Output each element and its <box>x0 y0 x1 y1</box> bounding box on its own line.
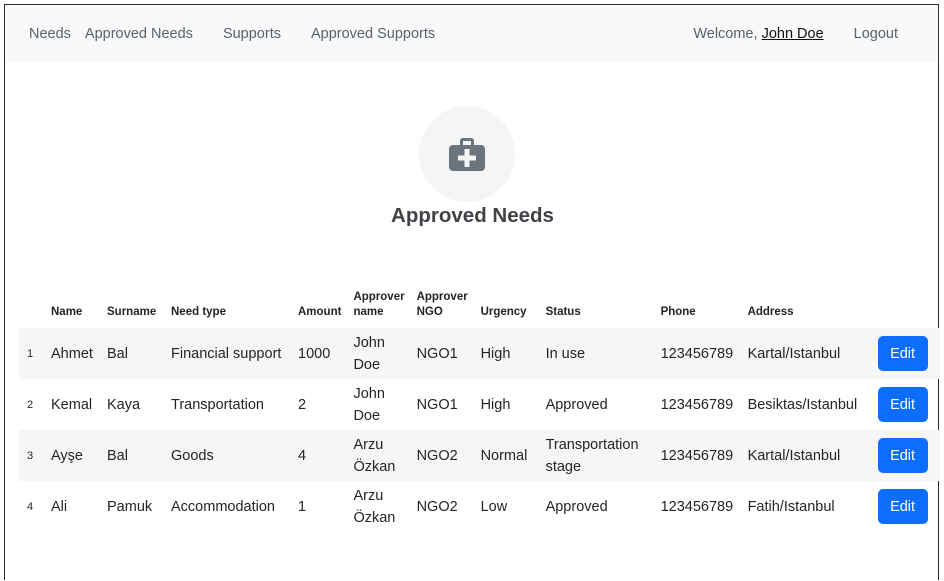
cell-urgency: Low <box>480 498 508 515</box>
cell-approver-ngo: NGO2 <box>416 498 458 515</box>
col-header-status: Status <box>545 306 581 318</box>
cell-status: Approved <box>545 396 608 413</box>
cell-actions: Edit <box>874 379 940 430</box>
approved-needs-table: Name Surname Need type Amount Approver n… <box>19 275 940 532</box>
edit-button[interactable]: Edit <box>877 438 928 473</box>
col-header-approver-ngo: Approver NGO <box>416 291 468 318</box>
cell-approver-name: John Doe <box>353 334 385 373</box>
col-header-index <box>19 275 47 328</box>
cell-address: Besiktas/Istanbul <box>747 396 858 413</box>
cell-approver-ngo: NGO1 <box>416 396 458 413</box>
col-header-amount: Amount <box>298 306 342 318</box>
col-header-surname: Surname <box>107 306 157 318</box>
row-number: 1 <box>27 347 34 360</box>
cell-actions: Edit <box>874 430 940 481</box>
cell-need-type: Transportation <box>171 396 264 413</box>
table-row: 3 Ayşe Bal Goods 4 Arzu Özkan NGO2 Normal Transp… <box>19 430 940 481</box>
cell-phone: 123456789 <box>660 396 734 413</box>
table-row: 4 Ali Pamuk Accommodation 1 Arzu Özkan NGO2 Low… <box>19 481 940 532</box>
cell-amount: 4 <box>298 447 307 464</box>
cell-need-type: Goods <box>171 447 214 464</box>
row-number: 3 <box>27 449 34 462</box>
col-header-actions <box>874 275 940 328</box>
nav-link-approved-supports[interactable]: Approved Supports <box>311 26 435 42</box>
table-body: 1 Ahmet Bal Financial support 1000 John Doe NG… <box>19 328 940 532</box>
edit-button[interactable]: Edit <box>877 336 928 371</box>
cell-approver-name: John Doe <box>353 385 385 424</box>
col-header-approver-name: Approver name <box>353 291 405 318</box>
cell-amount: 2 <box>298 396 307 413</box>
nav-link-supports[interactable]: Supports <box>223 26 281 42</box>
cell-surname: Kaya <box>107 396 141 413</box>
cell-surname: Bal <box>107 447 128 464</box>
cell-surname: Bal <box>107 345 128 362</box>
app-frame: Needs Approved Needs Supports Approved S… <box>4 4 940 580</box>
medical-kit-icon <box>449 138 485 171</box>
logout-link[interactable]: Logout <box>854 26 898 42</box>
cell-address: Kartal/Istanbul <box>747 447 841 464</box>
navbar: Needs Approved Needs Supports Approved S… <box>6 6 937 62</box>
hero-icon-circle <box>419 106 515 202</box>
cell-urgency: Normal <box>480 447 528 464</box>
col-header-address: Address <box>747 306 794 318</box>
cell-amount: 1000 <box>298 345 331 362</box>
row-number: 2 <box>27 398 34 411</box>
cell-status: Approved <box>545 498 608 515</box>
cell-approver-name: Arzu Özkan <box>353 487 396 526</box>
cell-surname: Pamuk <box>107 498 153 515</box>
col-header-urgency: Urgency <box>480 306 527 318</box>
cell-actions: Edit <box>874 328 940 379</box>
cell-urgency: High <box>480 345 511 362</box>
nav-link-needs[interactable]: Needs <box>29 26 71 42</box>
row-number: 4 <box>27 500 34 513</box>
cell-status: In use <box>545 345 586 362</box>
welcome-label: Welcome, <box>693 26 758 42</box>
cell-name: Ayşe <box>51 447 83 464</box>
page-title: Approved Needs <box>391 204 554 227</box>
cell-approver-name: Arzu Özkan <box>353 436 396 475</box>
cell-phone: 123456789 <box>660 447 734 464</box>
cell-need-type: Accommodation <box>171 498 275 515</box>
cell-address: Fatih/Istanbul <box>747 498 835 515</box>
table-header-row: Name Surname Need type Amount Approver n… <box>19 275 940 328</box>
edit-button[interactable]: Edit <box>877 489 928 524</box>
cell-name: Ahmet <box>51 345 93 362</box>
col-header-name: Name <box>51 306 83 318</box>
cell-approver-ngo: NGO1 <box>416 345 458 362</box>
cell-name: Ali <box>51 498 68 515</box>
welcome-text: Welcome, John Doe <box>693 26 823 42</box>
cell-approver-ngo: NGO2 <box>416 447 458 464</box>
cell-need-type: Financial support <box>171 345 282 362</box>
col-header-phone: Phone <box>660 306 696 318</box>
nav-links: Needs Approved Needs Supports Approved S… <box>29 26 465 42</box>
cell-phone: 123456789 <box>660 345 734 362</box>
nav-link-approved-needs[interactable]: Approved Needs <box>85 26 193 42</box>
cell-urgency: High <box>480 396 511 413</box>
user-name-link[interactable]: John Doe <box>762 26 824 42</box>
nav-user-area: Welcome, John Doe Logout <box>693 26 898 42</box>
cell-name: Kemal <box>51 396 93 413</box>
col-header-need-type: Need type <box>171 306 226 318</box>
table-row: 2 Kemal Kaya Transportation 2 John Doe NGO1 Hig… <box>19 379 940 430</box>
table-row: 1 Ahmet Bal Financial support 1000 John Doe NG… <box>19 328 940 379</box>
cell-actions: Edit <box>874 481 940 532</box>
edit-button[interactable]: Edit <box>877 387 928 422</box>
cell-phone: 123456789 <box>660 498 734 515</box>
cell-status: Transportation stage <box>545 436 639 475</box>
cell-amount: 1 <box>298 498 307 515</box>
cell-address: Kartal/Istanbul <box>747 345 841 362</box>
